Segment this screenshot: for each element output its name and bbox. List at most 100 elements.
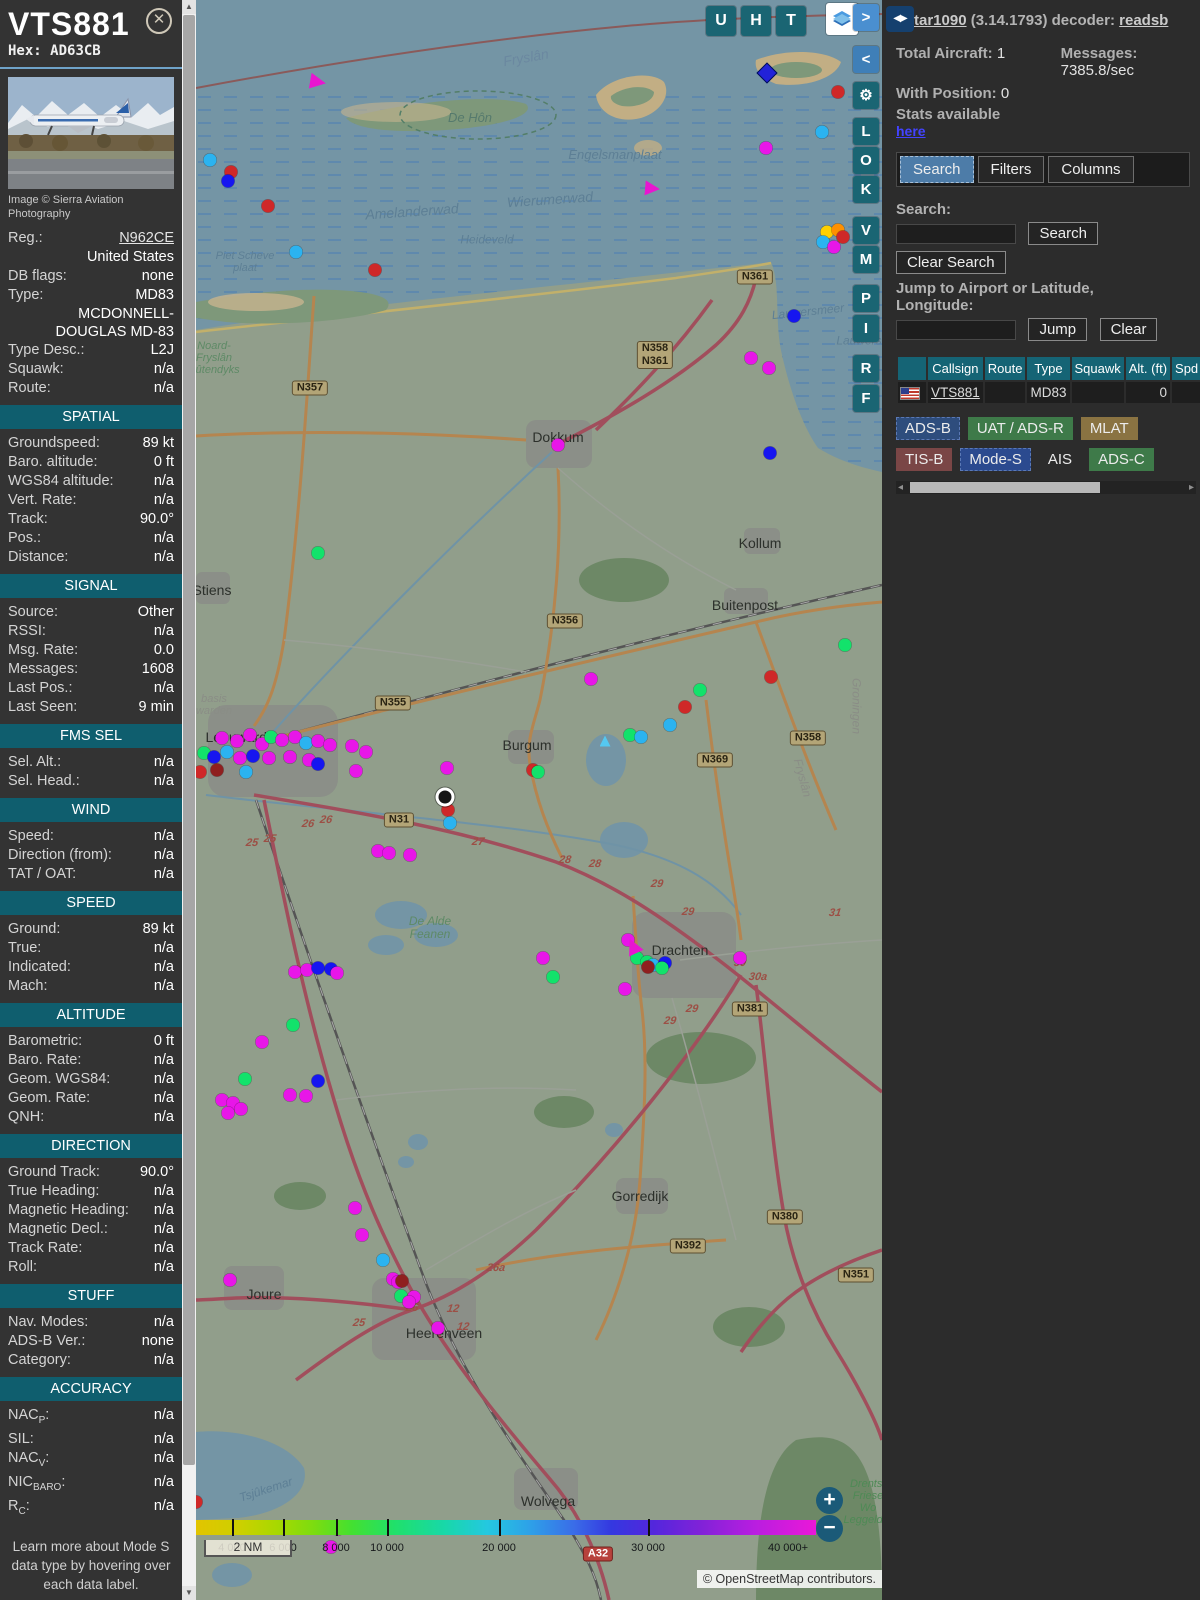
aircraft-history-dot[interactable] (693, 683, 707, 697)
map-button-m[interactable]: M (853, 246, 879, 273)
aircraft-history-dot[interactable] (234, 1102, 248, 1116)
aircraft-history-dot[interactable] (744, 351, 758, 365)
aircraft-history-dot[interactable] (286, 1018, 300, 1032)
aircraft-history-dot[interactable] (238, 1072, 252, 1086)
aircraft-history-dot[interactable] (655, 961, 669, 975)
aircraft-history-dot[interactable] (359, 745, 373, 759)
aircraft-history-dot[interactable] (239, 765, 253, 779)
aircraft-history-dot[interactable] (348, 1201, 362, 1215)
left-scrollbar[interactable]: ▲ ▼ (182, 0, 196, 1600)
aircraft-history-dot[interactable] (210, 763, 224, 777)
jump-clear-button[interactable]: Clear (1099, 318, 1158, 341)
close-icon[interactable]: ✕ (146, 8, 172, 34)
aircraft-history-dot[interactable] (345, 739, 359, 753)
aircraft-history-dot[interactable] (289, 245, 303, 259)
aircraft-history-dot[interactable] (203, 153, 217, 167)
aircraft-history-dot[interactable] (246, 749, 260, 763)
aircraft-history-dot[interactable] (243, 728, 257, 742)
aircraft-history-dot[interactable] (531, 765, 545, 779)
aircraft-photo[interactable] (8, 77, 174, 189)
column-header[interactable]: Callsign (928, 357, 983, 380)
zoom-out-button[interactable]: − (816, 1515, 843, 1542)
map[interactable]: LeeuwardenStiensDokkumKollumBuitenpostBu… (196, 0, 882, 1600)
map-button-x[interactable]: > (853, 4, 879, 31)
aircraft-history-dot[interactable] (762, 361, 776, 375)
aircraft-history-dot[interactable] (221, 174, 235, 188)
column-header[interactable]: Route (984, 357, 1026, 380)
search-button[interactable]: Search (1028, 222, 1098, 245)
stats-here-link[interactable]: here (896, 123, 926, 139)
aircraft-history-dot[interactable] (376, 1253, 390, 1267)
readsb-link[interactable]: readsb (1119, 12, 1168, 29)
aircraft-history-dot[interactable] (275, 733, 289, 747)
aircraft-history-dot[interactable] (663, 718, 677, 732)
aircraft-history-dot[interactable] (641, 960, 655, 974)
aircraft-history-dot[interactable] (311, 757, 325, 771)
map-button-x[interactable]: ⚙ (853, 82, 879, 109)
column-header[interactable]: Type (1027, 357, 1070, 380)
aircraft-history-dot[interactable] (233, 751, 247, 765)
map-button-i[interactable]: I (853, 315, 879, 342)
aircraft-history-dot[interactable] (634, 730, 648, 744)
aircraft-history-dot[interactable] (382, 846, 396, 860)
zoom-in-button[interactable]: + (816, 1487, 843, 1514)
scroll-up-icon[interactable]: ▲ (182, 0, 196, 14)
tab-search[interactable]: Search (900, 156, 974, 183)
aircraft-history-dot[interactable] (330, 966, 344, 980)
scroll-down-icon[interactable]: ▼ (182, 1586, 196, 1600)
aircraft-history-dot[interactable] (838, 638, 852, 652)
table-row[interactable]: VTS881 MD83 0 (898, 382, 1200, 403)
aircraft-history-dot[interactable] (551, 438, 565, 452)
aircraft-history-dot[interactable] (323, 738, 337, 752)
aircraft-history-dot[interactable] (546, 970, 560, 984)
map-button-r[interactable]: R (853, 355, 879, 382)
aircraft-history-dot[interactable] (836, 230, 850, 244)
column-header[interactable] (898, 357, 926, 380)
aircraft-history-dot[interactable] (815, 125, 829, 139)
aircraft-history-dot[interactable] (299, 736, 313, 750)
aircraft-history-dot[interactable] (283, 1088, 297, 1102)
aircraft-history-dot[interactable] (440, 761, 454, 775)
aircraft-history-dot[interactable] (230, 734, 244, 748)
aircraft-history-dot[interactable] (349, 764, 363, 778)
map-button-f[interactable]: F (853, 385, 879, 412)
aircraft-history-dot[interactable] (733, 951, 747, 965)
aircraft-history-dot[interactable] (311, 961, 325, 975)
aircraft-history-dot[interactable] (262, 751, 276, 765)
column-header[interactable]: Spd (1172, 357, 1200, 380)
aircraft-history-dot[interactable] (787, 309, 801, 323)
aircraft-history-dot[interactable] (207, 750, 221, 764)
aircraft-history-dot[interactable] (255, 1035, 269, 1049)
aircraft-history-dot[interactable] (220, 745, 234, 759)
map-button-v[interactable]: V (853, 217, 879, 244)
map-button-k[interactable]: K (853, 176, 879, 203)
aircraft-history-dot[interactable] (403, 848, 417, 862)
map-attribution[interactable]: © OpenStreetMap contributors. (696, 1570, 882, 1588)
hscroll-thumb[interactable] (910, 482, 1100, 493)
selected-aircraft-marker[interactable] (438, 790, 452, 804)
aircraft-history-dot[interactable] (395, 1274, 409, 1288)
aircraft-history-dot[interactable] (215, 731, 229, 745)
aircraft-history-dot[interactable] (763, 446, 777, 460)
column-header[interactable]: Squawk (1071, 357, 1124, 380)
aircraft-history-dot[interactable] (441, 803, 455, 817)
aircraft-history-dot[interactable] (431, 1321, 445, 1335)
jump-input[interactable] (896, 319, 1016, 340)
aircraft-history-dot[interactable] (311, 546, 325, 560)
scroll-right-icon[interactable]: ▸ (1189, 481, 1194, 494)
aircraft-history-dot[interactable] (536, 951, 550, 965)
aircraft-history-dot[interactable] (299, 1089, 313, 1103)
table-horizontal-scrollbar[interactable]: ◂ ▸ (896, 481, 1196, 494)
clear-search-button[interactable]: Clear Search (896, 251, 1006, 274)
aircraft-history-dot[interactable] (311, 1074, 325, 1088)
map-button-x[interactable]: < (853, 46, 879, 73)
map-button-h[interactable]: H (741, 6, 771, 36)
callsign-cell[interactable]: VTS881 (928, 382, 983, 403)
map-button-l[interactable]: L (853, 118, 879, 145)
map-button-t[interactable]: T (776, 6, 806, 36)
registration-link[interactable]: N962CE (119, 229, 174, 248)
scrollbar-thumb[interactable] (183, 15, 195, 1465)
scroll-left-icon[interactable]: ◂ (898, 481, 903, 494)
aircraft-history-dot[interactable] (443, 816, 457, 830)
search-input[interactable] (896, 223, 1016, 244)
